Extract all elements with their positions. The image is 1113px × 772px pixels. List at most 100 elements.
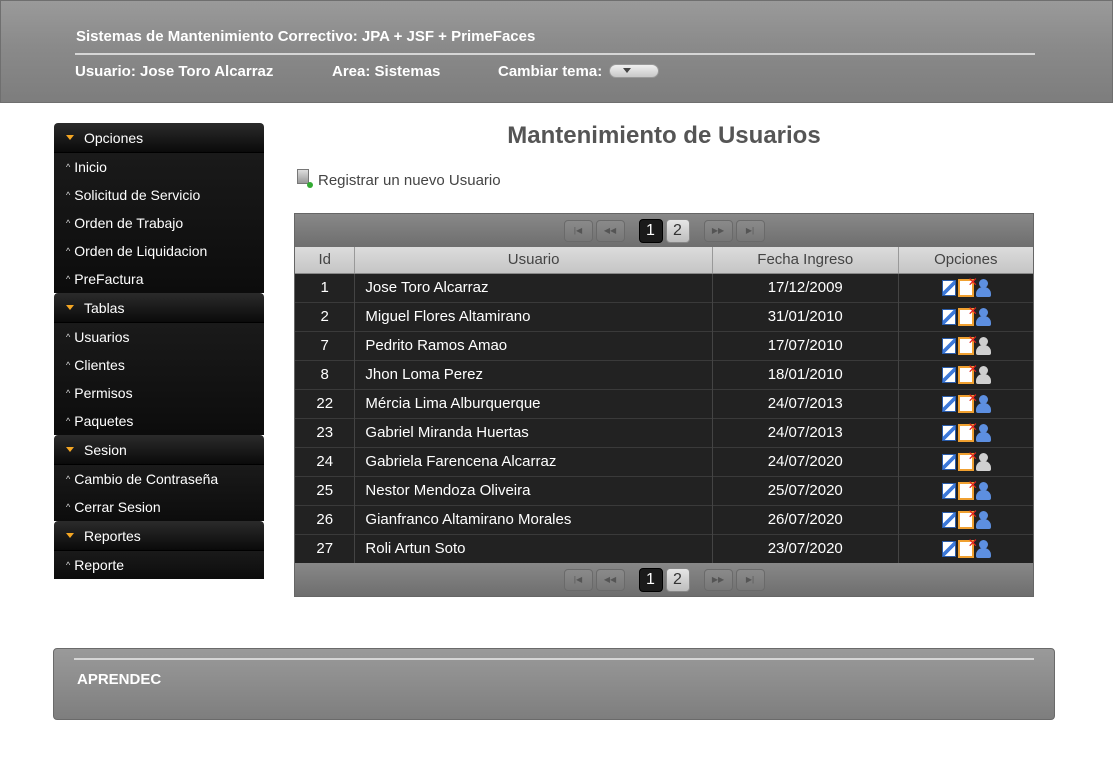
page-button-2[interactable]: 2 [665, 218, 690, 243]
page-button-1[interactable]: 1 [638, 218, 663, 243]
sidebar-item-cerrar-sesion[interactable]: ^ Cerrar Sesion [54, 493, 264, 521]
last-page-button[interactable]: ▶| [735, 219, 765, 242]
user-icon-body [975, 489, 991, 500]
delete-icon[interactable] [957, 420, 978, 442]
user-name-cell: Pedrito Ramos Amao [354, 330, 713, 360]
new-document-icon [297, 169, 313, 188]
sidebar-item-label: Orden de Liquidacion [74, 243, 208, 259]
user-status-icon[interactable] [975, 365, 991, 384]
sidebar-item-clientes[interactable]: ^ Clientes [54, 351, 264, 379]
user-date-cell: 24/07/2020 [712, 446, 899, 476]
column-header-opciones[interactable]: Opciones [898, 247, 1033, 274]
delete-icon[interactable] [957, 449, 978, 471]
header-divider [75, 53, 1035, 55]
app-header: Sistemas de Mantenimiento Correctivo: JP… [0, 0, 1113, 103]
triangle-down-icon [66, 447, 74, 452]
menu-body: ^ Usuarios ^ Clientes ^ Permisos ^ Paquetes [54, 323, 264, 435]
last-page-button[interactable]: ▶| [735, 568, 765, 591]
table-row: 23 Gabriel Miranda Huertas 24/07/2013 [295, 417, 1033, 447]
prev-page-button[interactable]: ◀◀ [595, 568, 625, 591]
options-cell [898, 272, 1033, 302]
paginator-bottom: |◀ ◀◀ 1 2 ▶▶ ▶| [295, 563, 1033, 596]
table-row: 27 Roli Artun Soto 23/07/2020 [295, 533, 1033, 563]
delete-icon[interactable] [957, 362, 978, 384]
theme-dropdown[interactable] [609, 64, 659, 78]
edit-icon[interactable] [941, 308, 956, 325]
edit-icon[interactable] [941, 337, 956, 354]
caret-up-icon: ^ [66, 416, 71, 426]
first-page-button[interactable]: |◀ [563, 219, 593, 242]
page-title: Mantenimiento de Usuarios [507, 122, 821, 149]
edit-icon[interactable] [941, 511, 956, 528]
user-id-cell: 2 [295, 301, 356, 331]
user-status-icon[interactable] [975, 423, 991, 442]
menu-group: Tablas ^ Usuarios ^ Clientes ^ Permisos ^ Paquet… [54, 293, 264, 435]
delete-icon[interactable] [957, 507, 978, 529]
column-header-usuario[interactable]: Usuario [354, 247, 713, 274]
sidebar-item-cambio-de-contraseña[interactable]: ^ Cambio de Contraseña [54, 465, 264, 493]
sidebar-item-reporte[interactable]: ^ Reporte [54, 551, 264, 579]
sidebar-item-orden-de-liquidacion[interactable]: ^ Orden de Liquidacion [54, 237, 264, 265]
next-page-button[interactable]: ▶▶ [703, 568, 733, 591]
register-user-link[interactable]: Registrar un nuevo Usuario [297, 169, 501, 189]
user-status-icon[interactable] [975, 452, 991, 471]
menu-header-tablas[interactable]: Tablas [54, 293, 264, 323]
menu-header-opciones[interactable]: Opciones [54, 123, 264, 153]
caret-up-icon: ^ [66, 560, 71, 570]
sidebar-item-orden-de-trabajo[interactable]: ^ Orden de Trabajo [54, 209, 264, 237]
delete-icon[interactable] [957, 333, 978, 355]
next-page-button[interactable]: ▶▶ [703, 219, 733, 242]
sidebar-item-inicio[interactable]: ^ Inicio [54, 153, 264, 181]
sidebar-item-prefactura[interactable]: ^ PreFactura [54, 265, 264, 293]
page-button-2[interactable]: 2 [665, 567, 690, 592]
theme-label: Cambiar tema: [498, 63, 603, 80]
sidebar-item-usuarios[interactable]: ^ Usuarios [54, 323, 264, 351]
user-status-icon[interactable] [975, 394, 991, 413]
edit-icon[interactable] [941, 279, 956, 296]
user-id-cell: 22 [295, 388, 356, 418]
user-icon-body [975, 402, 991, 413]
sidebar-item-permisos[interactable]: ^ Permisos [54, 379, 264, 407]
delete-icon[interactable] [957, 304, 978, 326]
chevron-down-icon [623, 68, 631, 73]
first-page-button[interactable]: |◀ [563, 568, 593, 591]
menu-header-sesion[interactable]: Sesion [54, 435, 264, 465]
row-actions [899, 420, 1033, 442]
edit-icon[interactable] [941, 424, 956, 441]
user-status-icon[interactable] [975, 481, 991, 500]
user-icon-body [975, 286, 991, 297]
row-actions [899, 536, 1033, 558]
user-date-cell: 25/07/2020 [712, 475, 899, 505]
user-status-icon[interactable] [975, 539, 991, 558]
delete-icon[interactable] [957, 478, 978, 500]
sidebar-item-label: Clientes [74, 357, 125, 373]
user-status-icon[interactable] [975, 336, 991, 355]
edit-icon[interactable] [941, 395, 956, 412]
user-name-cell: Roli Artun Soto [354, 533, 713, 563]
prev-page-button[interactable]: ◀◀ [595, 219, 625, 242]
sidebar-item-label: Orden de Trabajo [74, 215, 184, 231]
user-status-icon[interactable] [975, 278, 991, 297]
edit-icon[interactable] [941, 366, 956, 383]
edit-icon[interactable] [941, 482, 956, 499]
column-header-id[interactable]: Id [295, 247, 356, 274]
users-datatable: |◀ ◀◀ 1 2 ▶▶ ▶| Id Usuario Fecha Ingreso Opcione… [294, 213, 1034, 597]
page-button-1[interactable]: 1 [638, 567, 663, 592]
delete-icon[interactable] [957, 536, 978, 558]
user-status-icon[interactable] [975, 510, 991, 529]
edit-icon[interactable] [941, 540, 956, 557]
delete-icon[interactable] [957, 391, 978, 413]
sidebar-item-solicitud-de-servicio[interactable]: ^ Solicitud de Servicio [54, 181, 264, 209]
menu-header-reportes[interactable]: Reportes [54, 521, 264, 551]
options-cell [898, 533, 1033, 563]
column-header-fecha-ingreso[interactable]: Fecha Ingreso [712, 247, 899, 274]
row-actions [899, 333, 1033, 355]
edit-icon[interactable] [941, 453, 956, 470]
delete-icon[interactable] [957, 275, 978, 297]
user-status-icon[interactable] [975, 307, 991, 326]
table-row: 8 Jhon Loma Perez 18/01/2010 [295, 359, 1033, 389]
table-row: 22 Mércia Lima Alburquerque 24/07/2013 [295, 388, 1033, 418]
sidebar-item-paquetes[interactable]: ^ Paquetes [54, 407, 264, 435]
options-cell [898, 359, 1033, 389]
triangle-down-icon [66, 533, 74, 538]
